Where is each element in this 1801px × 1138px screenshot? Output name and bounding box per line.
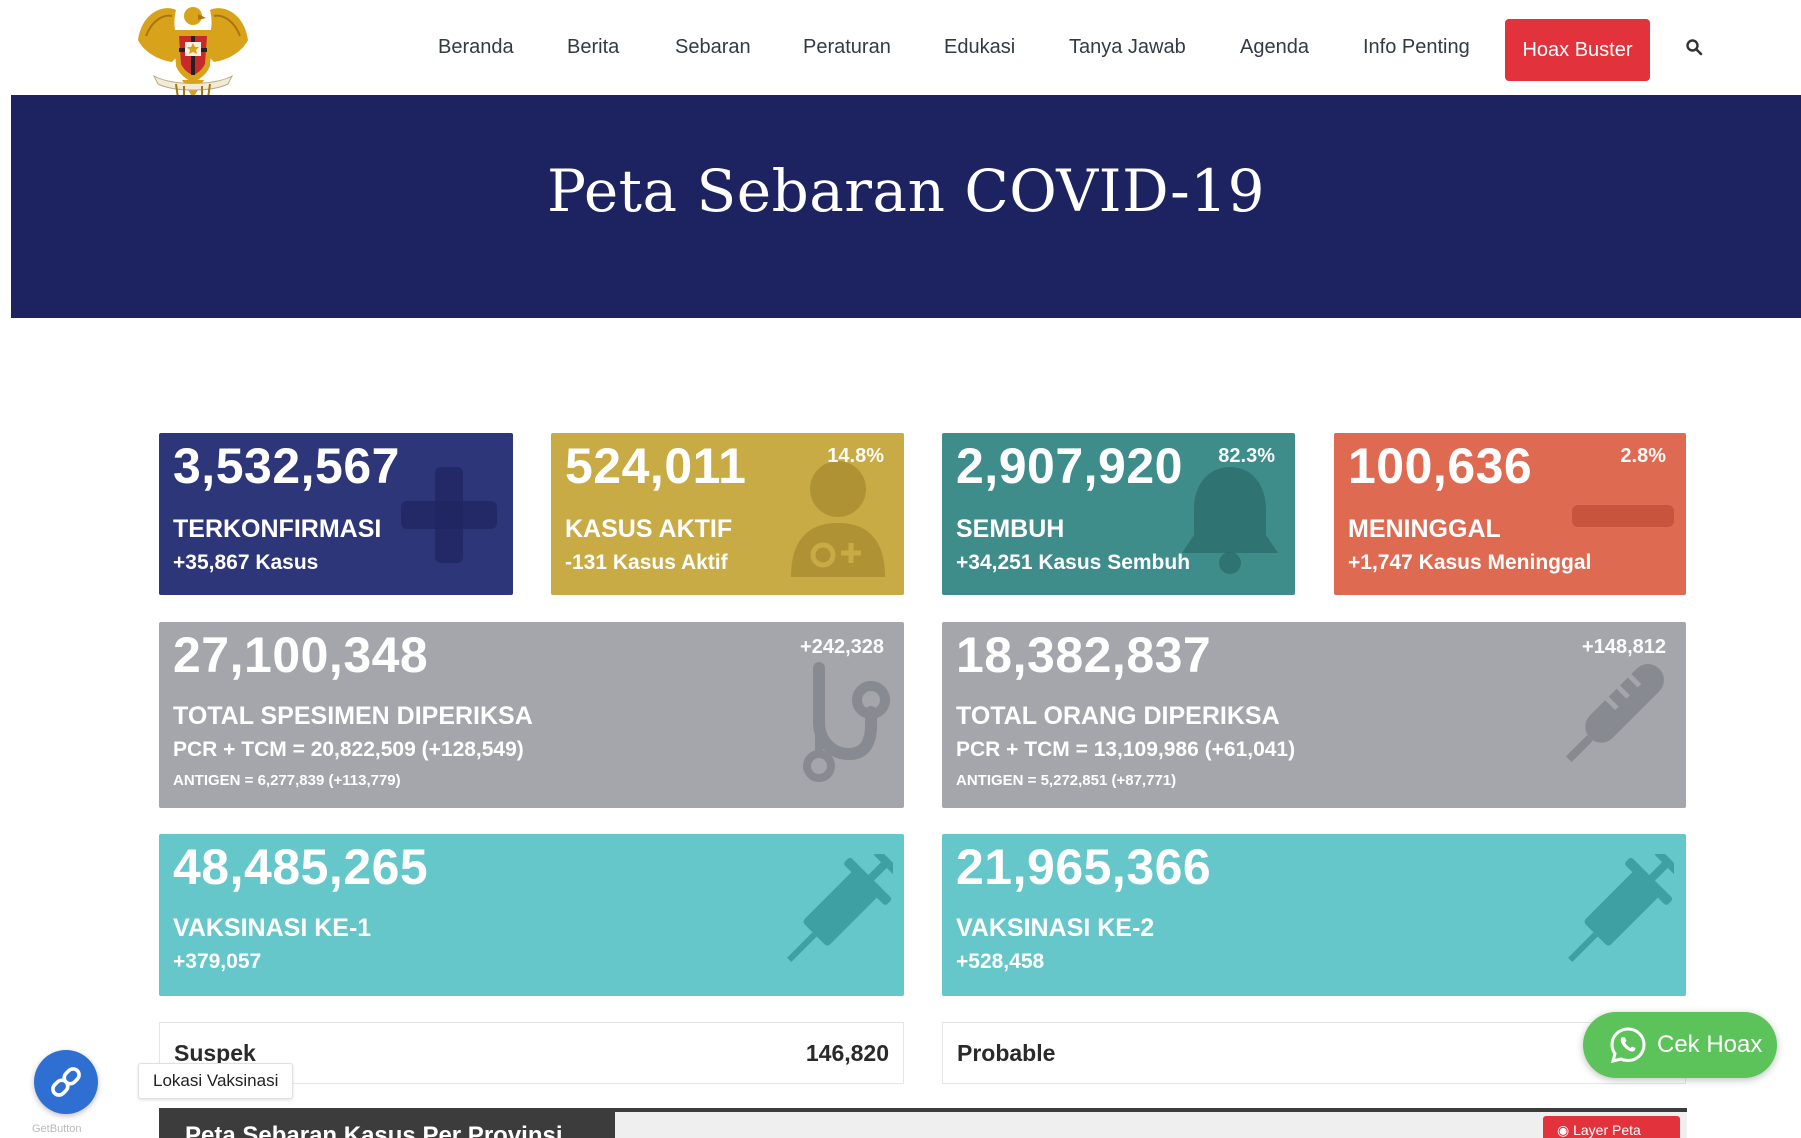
vaccine-2-delta: +528,458 <box>956 950 1045 973</box>
active-value: 524,011 <box>565 438 747 494</box>
suspek-value: 146,820 <box>805 1040 889 1066</box>
vaccine-2-label: VAKSINASI KE-2 <box>956 914 1155 942</box>
stat-card-active: 14.8% 524,011 KASUS AKTIF -131 Kasus Akt… <box>551 433 904 595</box>
confirmed-label: TERKONFIRMASI <box>173 515 382 543</box>
main-navbar: Beranda Berita Sebaran Peraturan Edukasi… <box>0 0 1801 95</box>
layer-peta-label: Layer Peta <box>1573 1122 1641 1138</box>
deaths-label: MENINGGAL <box>1348 515 1501 543</box>
vaccine-1-value: 48,485,265 <box>173 839 429 895</box>
bell-icon <box>1182 467 1278 574</box>
stat-card-vaccine-2: 21,965,366 VAKSINASI KE-2 +528,458 <box>942 834 1686 996</box>
recovered-label: SEMBUH <box>956 515 1065 543</box>
stat-card-recovered: 82.3% 2,907,920 SEMBUH +34,251 Kasus Sem… <box>942 433 1295 595</box>
stethoscope-icon <box>803 662 890 782</box>
nav-tanya-jawab[interactable]: Tanya Jawab <box>1069 36 1186 59</box>
map-header-bar <box>615 1108 1687 1138</box>
specimens-pcr: PCR + TCM = 20,822,509 (+128,549) <box>173 738 524 761</box>
doctor-icon <box>791 461 885 577</box>
thermometer-icon <box>1565 664 1664 763</box>
whatsapp-icon <box>1610 1027 1646 1064</box>
syringe-icon <box>787 854 893 962</box>
deaths-value: 100,636 <box>1348 438 1533 494</box>
vaccine-2-value: 21,965,366 <box>956 839 1212 895</box>
nav-sebaran[interactable]: Sebaran <box>675 36 751 59</box>
vaccine-1-delta: +379,057 <box>173 950 262 973</box>
plus-icon <box>401 467 497 563</box>
syringe-icon <box>1568 854 1674 962</box>
lokasi-vaksinasi-tooltip: Lokasi Vaksinasi <box>138 1063 294 1099</box>
stat-card-confirmed: 3,532,567 TERKONFIRMASI +35,867 Kasus <box>159 433 513 595</box>
specimens-change: +242,328 <box>800 636 884 658</box>
page-title: Peta Sebaran COVID-19 <box>546 157 1266 225</box>
active-label: KASUS AKTIF <box>565 515 733 543</box>
active-percent: 14.8% <box>827 445 884 467</box>
active-delta: -131 Kasus Aktif <box>565 551 728 574</box>
page-banner: Peta Sebaran COVID-19 <box>11 95 1801 318</box>
recovered-value: 2,907,920 <box>956 438 1183 494</box>
nav-info-penting[interactable]: Info Penting <box>1363 36 1470 59</box>
location-pin-icon: ◉ <box>1557 1122 1570 1138</box>
minus-icon <box>1572 505 1674 527</box>
cek-hoax-label: Cek Hoax <box>1657 1031 1763 1058</box>
nav-agenda[interactable]: Agenda <box>1240 36 1309 59</box>
stat-card-people: +148,812 18,382,837 TOTAL ORANG DIPERIKS… <box>942 622 1686 808</box>
people-change: +148,812 <box>1582 636 1666 658</box>
hoax-buster-button[interactable]: Hoax Buster <box>1505 19 1650 81</box>
layer-peta-button[interactable]: ◉ Layer Peta <box>1543 1116 1680 1138</box>
stat-card-specimens: +242,328 27,100,348 TOTAL SPESIMEN DIPER… <box>159 622 904 808</box>
nav-peraturan[interactable]: Peraturan <box>803 36 891 59</box>
nav-berita[interactable]: Berita <box>567 36 619 59</box>
deaths-percent: 2.8% <box>1620 445 1666 467</box>
confirmed-value: 3,532,567 <box>173 438 400 494</box>
probable-label: Probable <box>957 1040 1056 1066</box>
people-value: 18,382,837 <box>956 627 1212 683</box>
getbutton-caption: GetButton <box>32 1123 82 1135</box>
specimens-value: 27,100,348 <box>173 627 429 683</box>
link-icon <box>51 1067 81 1097</box>
cek-hoax-button[interactable]: Cek Hoax <box>1583 1012 1777 1078</box>
nav-beranda[interactable]: Beranda <box>438 36 514 59</box>
nav-edukasi[interactable]: Edukasi <box>944 36 1015 59</box>
specimens-label: TOTAL SPESIMEN DIPERIKSA <box>173 702 533 730</box>
confirmed-delta: +35,867 Kasus <box>173 551 319 574</box>
specimens-antigen: ANTIGEN = 6,277,839 (+113,779) <box>173 772 401 789</box>
deaths-delta: +1,747 Kasus Meninggal <box>1348 551 1592 574</box>
map-section-title[interactable]: Peta Sebaran Kasus Per Provinsi <box>159 1108 615 1138</box>
vaccine-1-label: VAKSINASI KE-1 <box>173 914 372 942</box>
lokasi-vaksinasi-button[interactable] <box>34 1050 98 1114</box>
recovered-delta: +34,251 Kasus Sembuh <box>956 551 1191 574</box>
stat-card-deaths: 2.8% 100,636 MENINGGAL +1,747 Kasus Meni… <box>1334 433 1686 595</box>
people-pcr: PCR + TCM = 13,109,986 (+61,041) <box>956 738 1296 761</box>
search-icon[interactable] <box>1685 38 1707 60</box>
people-antigen: ANTIGEN = 5,272,851 (+87,771) <box>956 772 1177 789</box>
recovered-percent: 82.3% <box>1218 445 1275 467</box>
stat-card-vaccine-1: 48,485,265 VAKSINASI KE-1 +379,057 <box>159 834 904 996</box>
probable-row: Probable <box>942 1022 1686 1084</box>
people-label: TOTAL ORANG DIPERIKSA <box>956 702 1280 730</box>
